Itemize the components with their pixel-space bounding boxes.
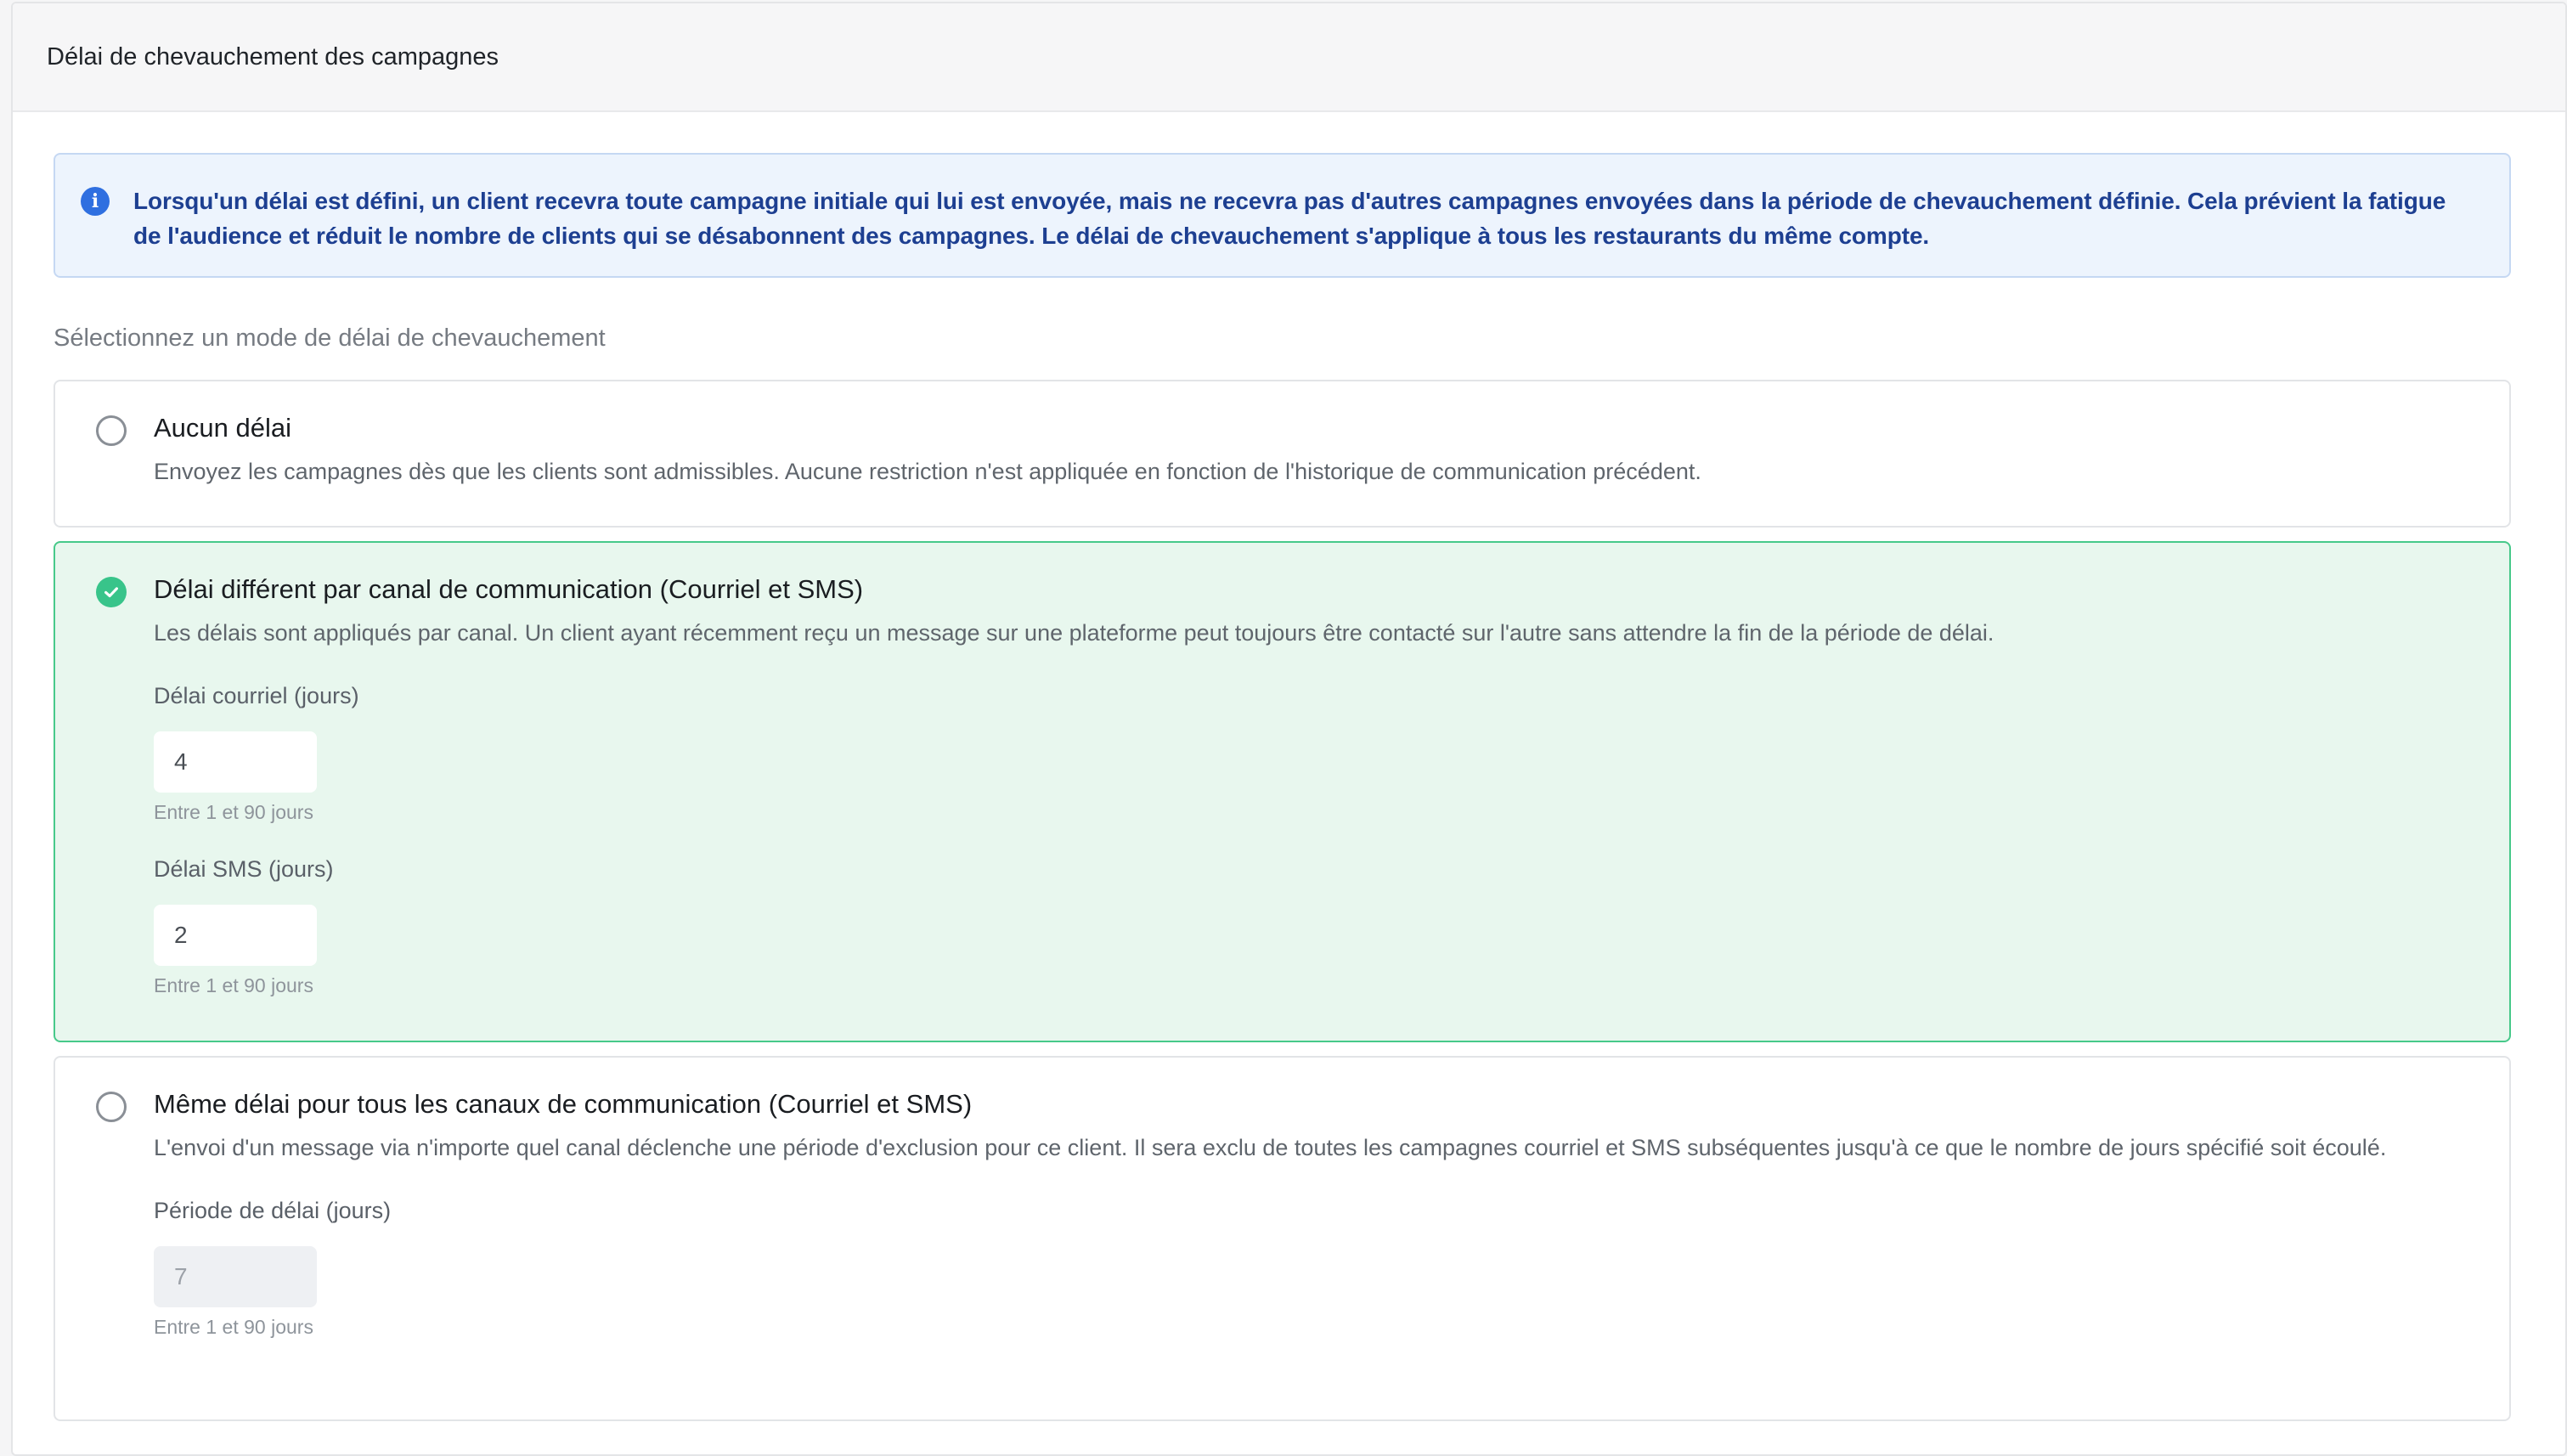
shared-delay-label: Période de délai (jours) <box>154 1198 392 1223</box>
option-same-delay[interactable]: Même délai pour tous les canaux de commu… <box>54 1056 2511 1421</box>
option-title: Même délai pour tous les canaux de commu… <box>154 1089 973 1119</box>
option-per-channel-delay[interactable]: Délai différent par canal de communicati… <box>54 541 2511 1042</box>
radio-same-delay[interactable] <box>96 1092 127 1122</box>
email-delay-hint: Entre 1 et 90 jours <box>154 801 313 823</box>
shared-delay-hint: Entre 1 et 90 jours <box>154 1316 313 1338</box>
email-delay-label: Délai courriel (jours) <box>154 683 359 708</box>
radio-no-delay[interactable] <box>96 415 127 446</box>
radio-per-channel-delay[interactable] <box>96 577 127 607</box>
page-title: Délai de chevauchement des campagnes <box>47 42 499 71</box>
option-title: Aucun délai <box>154 413 292 443</box>
info-icon: i <box>81 187 110 216</box>
sms-delay-hint: Entre 1 et 90 jours <box>154 974 313 996</box>
option-description: L'envoi d'un message via n'importe quel … <box>154 1135 2387 1160</box>
option-description: Envoyez les campagnes dès que les client… <box>154 459 1701 484</box>
mode-section-label: Sélectionnez un mode de délai de chevauc… <box>54 324 606 352</box>
overlap-delay-card: Délai de chevauchement des campagnes i L… <box>11 2 2567 1456</box>
option-no-delay[interactable]: Aucun délai Envoyez les campagnes dès qu… <box>54 380 2511 528</box>
sms-delay-label: Délai SMS (jours) <box>154 856 334 882</box>
email-delay-input[interactable]: 4 <box>154 731 317 793</box>
option-title: Délai différent par canal de communicati… <box>154 574 864 604</box>
info-banner: i Lorsqu'un délai est défini, un client … <box>54 153 2511 278</box>
info-text: Lorsqu'un délai est défini, un client re… <box>133 188 2446 249</box>
sms-delay-input[interactable]: 2 <box>154 905 317 966</box>
card-body: i Lorsqu'un délai est défini, un client … <box>13 112 2565 1421</box>
option-description: Les délais sont appliqués par canal. Un … <box>154 620 1994 646</box>
card-header: Délai de chevauchement des campagnes <box>13 3 2565 112</box>
check-icon <box>104 587 118 598</box>
shared-delay-input[interactable]: 7 <box>154 1246 317 1307</box>
